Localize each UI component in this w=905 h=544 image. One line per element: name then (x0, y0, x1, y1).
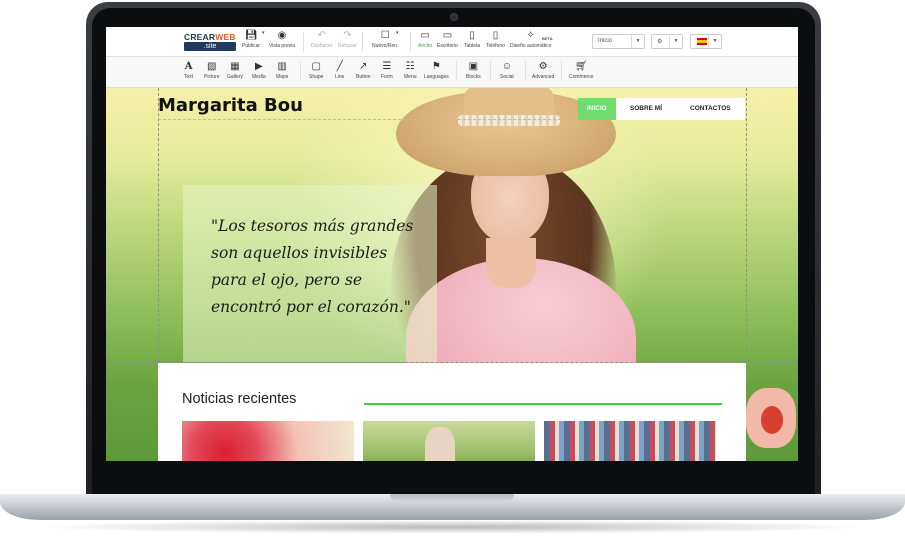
toolbar-divider (300, 61, 301, 81)
menu-icon: ☷ (405, 61, 415, 72)
page-select[interactable]: Inicio ▼ (592, 34, 645, 49)
button-icon: ↗ (359, 61, 368, 72)
toolbar-divider (362, 32, 363, 52)
layout-guide (158, 88, 159, 362)
logo-text: CREARWEB (184, 32, 236, 42)
eye-icon: ◉ (277, 30, 287, 41)
news-heading[interactable]: Noticias recientes (182, 391, 296, 407)
site-header[interactable]: Margarita Bou INICIO SOBRE MÍ CONTACTOS (158, 88, 746, 120)
view-tablet-button[interactable]: ▯ Tableta (464, 29, 480, 49)
page-icon: ☐ (380, 30, 390, 41)
shape-icon: ▢ (311, 61, 321, 72)
chevron-down-icon: ▼ (708, 35, 721, 48)
settings-select[interactable]: ⚙ ▼ (651, 34, 683, 49)
language-select[interactable]: ▼ (690, 34, 722, 49)
undo-icon: ↶ (317, 30, 326, 41)
beta-badge: BETA (542, 36, 553, 41)
insert-picture-button[interactable]: ▧ Picture (204, 60, 220, 80)
gear-icon: ⚙ (657, 39, 663, 45)
insert-shape-button[interactable]: ▢ Shape (309, 60, 323, 80)
site-canvas[interactable]: Margarita Bou INICIO SOBRE MÍ CONTACTOS … (106, 88, 798, 461)
insert-button-button[interactable]: ↗ Button (356, 60, 370, 80)
nav-item-inicio[interactable]: INICIO (578, 98, 616, 120)
insert-gallery-button[interactable]: ▦ Gallery (227, 60, 243, 80)
insert-line-button[interactable]: ╱ Line (335, 60, 344, 80)
insert-blocks-button[interactable]: ▣ Blocks (466, 60, 481, 80)
view-desktop-button[interactable]: ▭ Escritorio (437, 29, 458, 49)
publish-dropdown-caret[interactable]: ▾ (262, 30, 265, 36)
toolbar-divider (456, 61, 457, 81)
spain-flag-icon (697, 38, 707, 45)
insert-media-button[interactable]: ▶ Media (252, 60, 266, 80)
editor-toolbar-insert: A Text ▧ Picture ▦ Gallery ▶ Media ▥ Maps ▢ Sh… (106, 57, 798, 88)
laptop-notch (390, 494, 514, 502)
redo-icon: ↷ (343, 30, 352, 41)
tablet-icon: ▯ (469, 30, 475, 41)
nav-item-sobre-mi[interactable]: SOBRE MÍ (616, 98, 676, 120)
chevron-down-icon: ▼ (669, 35, 682, 48)
news-thumbnail[interactable] (544, 421, 716, 461)
insert-languages-button[interactable]: ⚑ Languages (424, 60, 449, 80)
site-title[interactable]: Margarita Bou (158, 95, 303, 116)
line-icon: ╱ (336, 61, 343, 72)
site-nav[interactable]: INICIO SOBRE MÍ CONTACTOS (578, 98, 745, 120)
save-icon: 💾︎ (244, 30, 258, 41)
monitor-icon: ▭ (420, 30, 430, 41)
text-icon: A (184, 61, 193, 72)
form-icon: ☰ (382, 61, 392, 72)
news-heading-underline (364, 403, 722, 405)
undo-button[interactable]: ↶ Deshacer (311, 29, 332, 49)
media-icon: ▶ (254, 61, 263, 72)
hero-photo-neck (486, 238, 536, 288)
toolbar-divider (303, 32, 304, 52)
insert-menu-button[interactable]: ☷ Menu (404, 60, 417, 80)
editor-toolbar-main: CREARWEB .site 💾︎ Publicar ▾ ◉ Vista previ… (106, 27, 798, 57)
toolbar-divider (410, 32, 411, 52)
insert-form-button[interactable]: ☰ Form (381, 60, 393, 80)
view-wide-button[interactable]: ▭ Ancho (418, 29, 432, 49)
insert-text-button[interactable]: A Text (184, 60, 193, 80)
map-icon: ▥ (277, 61, 287, 72)
nav-item-contactos[interactable]: CONTACTOS (676, 98, 745, 120)
laptop-screen: CREARWEB .site 💾︎ Publicar ▾ ◉ Vista previ… (106, 27, 798, 461)
quote-text[interactable]: "Los tesoros más grandes son aquellos in… (211, 213, 421, 321)
cart-icon: 🛒︎ (574, 61, 588, 72)
advanced-icon: ⚙ (538, 61, 548, 72)
languages-icon: ⚑ (431, 61, 441, 72)
new-page-button[interactable]: ☐ Nuevo/Ren. (372, 29, 398, 49)
redo-button[interactable]: ↷ Rehacer (338, 29, 357, 49)
side-photo-flower (761, 406, 783, 434)
webcam (451, 14, 457, 20)
laptop-icon: ▭ (442, 30, 453, 41)
toolbar-divider (525, 61, 526, 81)
new-page-dropdown-caret[interactable]: ▾ (396, 30, 399, 36)
news-thumbnail-person (425, 427, 455, 461)
laptop-shadow (30, 520, 875, 534)
layout-guide (746, 88, 747, 362)
picture-icon: ▧ (207, 61, 217, 72)
insert-maps-button[interactable]: ▥ Maps (276, 60, 288, 80)
chevron-down-icon: ▼ (631, 35, 644, 48)
crearweb-logo[interactable]: CREARWEB .site (184, 32, 236, 51)
logo-site-text: .site (184, 42, 236, 51)
news-section[interactable]: Noticias recientes (158, 363, 746, 461)
quote-box[interactable]: "Los tesoros más grandes son aquellos in… (183, 185, 437, 362)
news-thumbnail[interactable] (182, 421, 354, 461)
view-phone-button[interactable]: ▯ Teléfono (486, 29, 505, 49)
insert-social-button[interactable]: ☺ Social (500, 60, 514, 80)
gallery-icon: ▦ (230, 61, 240, 72)
news-thumbnail[interactable] (363, 421, 535, 461)
preview-button[interactable]: ◉ Vista previa (269, 29, 295, 49)
blocks-icon: ▣ (468, 61, 479, 72)
insert-commerce-button[interactable]: 🛒︎ Commerce (569, 60, 593, 80)
publish-button[interactable]: 💾︎ Publicar (242, 29, 260, 49)
phone-icon: ▯ (492, 30, 499, 41)
insert-advanced-button[interactable]: ⚙ Advanced (532, 60, 554, 80)
toolbar-divider (490, 61, 491, 81)
toolbar-divider (561, 61, 562, 81)
social-icon: ☺ (501, 61, 512, 72)
